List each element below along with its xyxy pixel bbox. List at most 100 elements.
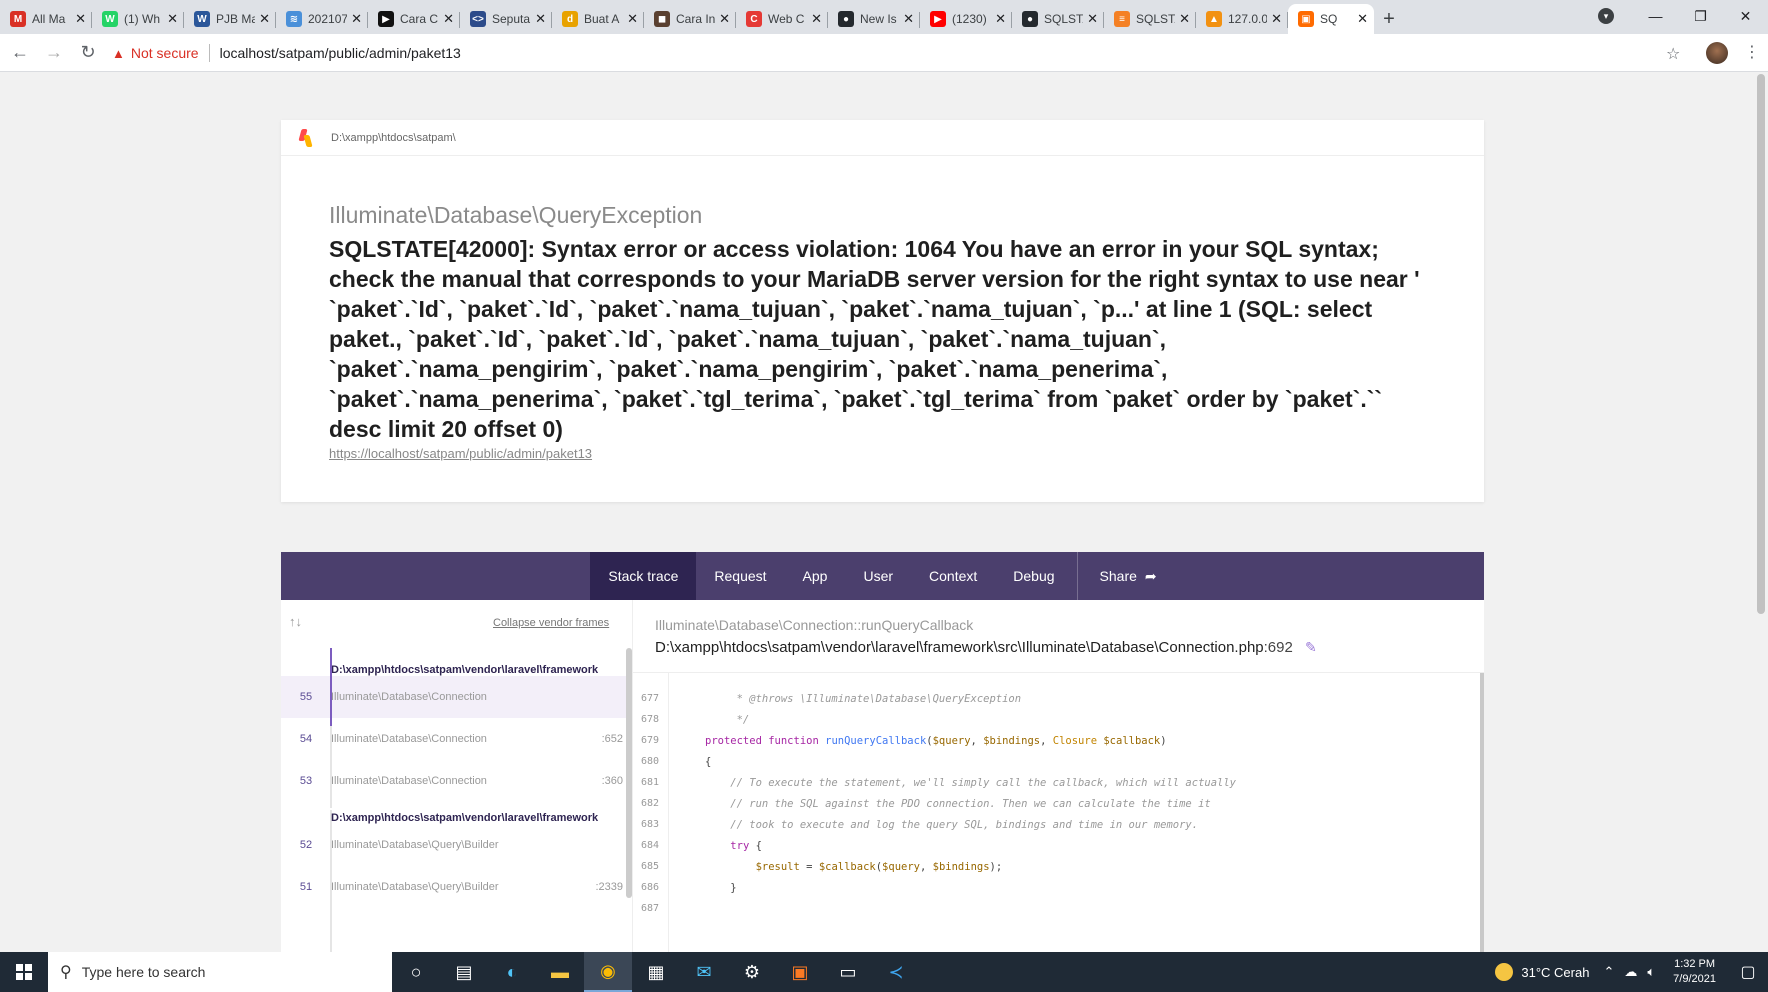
tab-close-icon[interactable]: ✕ <box>811 11 822 27</box>
weather-text[interactable]: 31°C Cerah <box>1521 965 1589 980</box>
bookmark-star-icon[interactable]: ☆ <box>1666 44 1680 64</box>
file-explorer-icon[interactable]: ▬ <box>536 952 584 992</box>
vscode-icon[interactable]: ≺ <box>872 952 920 992</box>
code-line: { <box>705 756 712 768</box>
tab-debug[interactable]: Debug <box>995 552 1072 600</box>
stack-frame[interactable]: 51 Illuminate\Database\Query\Builder :23… <box>281 866 632 908</box>
tab-close-icon[interactable]: ✕ <box>1087 11 1098 27</box>
vendor-group-header[interactable]: D:\xampp\htdocs\satpam\vendor\laravel\fr… <box>331 664 598 676</box>
clock[interactable]: 1:32 PM 7/9/2021 <box>1673 957 1716 987</box>
stack-frame[interactable]: 53 Illuminate\Database\Connection :360 <box>281 760 632 802</box>
stack-frame[interactable]: 52 Illuminate\Database\Query\Builder <box>281 824 632 866</box>
close-window-icon[interactable]: ✕ <box>1723 8 1768 25</box>
tab-close-icon[interactable]: ✕ <box>1179 11 1190 27</box>
page-scrollbar[interactable] <box>1754 72 1768 952</box>
stack-frame[interactable]: 54 Illuminate\Database\Connection :652 <box>281 718 632 760</box>
stack-frame[interactable]: 55 Illuminate\Database\Connection <box>281 676 632 718</box>
browser-tab[interactable]: ● New Is ✕ <box>828 4 920 34</box>
file-line-number: :692 <box>1263 639 1293 656</box>
network-icon[interactable]: ☁ <box>1624 964 1637 980</box>
sort-arrows-icon[interactable]: ↑↓ <box>289 614 302 629</box>
tab-close-icon[interactable]: ✕ <box>167 11 178 27</box>
request-url-link[interactable]: https://localhost/satpam/public/admin/pa… <box>329 446 592 461</box>
code-line-number: 682 <box>641 798 660 809</box>
browser-tab[interactable]: ◼ Cara In ✕ <box>644 4 736 34</box>
store-icon[interactable]: ▦ <box>632 952 680 992</box>
tab-close-icon[interactable]: ✕ <box>719 11 730 27</box>
tab-close-icon[interactable]: ✕ <box>535 11 546 27</box>
browser-tab[interactable]: ▣ SQ ✕ <box>1288 4 1374 34</box>
tab-favicon-icon: ▣ <box>1298 11 1314 27</box>
browser-tab[interactable]: ≡ SQLSTA ✕ <box>1104 4 1196 34</box>
tab-close-icon[interactable]: ✕ <box>75 11 86 27</box>
tab-close-icon[interactable]: ✕ <box>627 11 638 27</box>
volume-icon[interactable]: 🔈︎ <box>1647 964 1655 980</box>
tab-search-icon[interactable]: ▾ <box>1598 8 1614 24</box>
taskbar-search[interactable]: ⚲ Type here to search <box>48 952 392 992</box>
tab-close-icon[interactable]: ✕ <box>259 11 270 27</box>
share-button[interactable]: Share ➦ <box>1082 552 1175 600</box>
tray-chevron-icon[interactable]: ⌃ <box>1603 964 1614 980</box>
tab-close-icon[interactable]: ✕ <box>443 11 454 27</box>
notification-icon[interactable]: ▢ <box>1728 962 1768 982</box>
forward-icon[interactable]: → <box>40 39 68 67</box>
edit-pencil-icon[interactable]: ✎ <box>1305 639 1317 655</box>
system-tray: 31°C Cerah ⌃ ☁ 🔈︎ 1:32 PM 7/9/2021 ▢ <box>1495 952 1768 992</box>
panel-tab-bar: Stack trace Request App User Context Deb… <box>281 552 1484 600</box>
reload-icon[interactable]: ↻ <box>74 39 102 67</box>
frame-number: 52 <box>299 839 313 851</box>
tab-close-icon[interactable]: ✕ <box>995 11 1006 27</box>
browser-tab[interactable]: W PJB Ma ✕ <box>184 4 276 34</box>
tab-title: Seputa <box>492 12 531 26</box>
browser-tab[interactable]: ▶ Cara C ✕ <box>368 4 460 34</box>
tab-favicon-icon: ◼ <box>654 11 670 27</box>
cortana-icon[interactable]: ○ <box>392 952 440 992</box>
browser-tab[interactable]: ▶ (1230) ✕ <box>920 4 1012 34</box>
start-button[interactable] <box>0 952 48 992</box>
settings-gear-icon[interactable]: ⚙ <box>728 952 776 992</box>
tab-title: Cara C <box>400 12 439 26</box>
frame-list-scrollbar[interactable] <box>626 648 632 898</box>
vendor-group-header[interactable]: D:\xampp\htdocs\satpam\vendor\laravel\fr… <box>331 812 598 824</box>
tab-user[interactable]: User <box>845 552 911 600</box>
menu-kebab-icon[interactable]: ⋮ <box>1744 42 1760 62</box>
tab-app[interactable]: App <box>785 552 846 600</box>
browser-tab[interactable]: W (1) Wh ✕ <box>92 4 184 34</box>
not-secure-label[interactable]: Not secure <box>131 45 199 61</box>
back-icon[interactable]: ← <box>6 39 34 67</box>
browser-tab[interactable]: ● SQLSTA ✕ <box>1012 4 1104 34</box>
tab-close-icon[interactable]: ✕ <box>903 11 914 27</box>
code-pane: Illuminate\Database\Connection::runQuery… <box>633 600 1484 952</box>
weather-sun-icon[interactable] <box>1495 963 1514 981</box>
browser-tab[interactable]: M All Ma ✕ <box>0 4 92 34</box>
edge-icon[interactable]: ◐ <box>488 952 536 992</box>
url-text[interactable]: localhost/satpam/public/admin/paket13 <box>220 45 461 61</box>
page-scroll-thumb[interactable] <box>1757 74 1765 614</box>
new-tab-button[interactable]: + <box>1374 4 1404 34</box>
file-path-text: D:\xampp\htdocs\satpam\vendor\laravel\fr… <box>655 639 1264 656</box>
browser-tab[interactable]: ≋ 202107 ✕ <box>276 4 368 34</box>
profile-avatar[interactable] <box>1706 42 1728 64</box>
exception-message: SQLSTATE[42000]: Syntax error or access … <box>329 236 1420 442</box>
tab-request[interactable]: Request <box>696 552 784 600</box>
tab-context[interactable]: Context <box>911 552 995 600</box>
chrome-icon[interactable]: ◉ <box>584 952 632 992</box>
xampp-icon[interactable]: ▣ <box>776 952 824 992</box>
task-view-icon[interactable]: ▤ <box>440 952 488 992</box>
browser-tab[interactable]: C Web C ✕ <box>736 4 828 34</box>
tab-close-icon[interactable]: ✕ <box>1357 11 1368 27</box>
mail-icon[interactable]: ✉ <box>680 952 728 992</box>
browser-tab[interactable]: <> Seputa ✕ <box>460 4 552 34</box>
restore-icon[interactable]: ❐ <box>1678 8 1723 25</box>
minimize-icon[interactable]: — <box>1633 8 1678 24</box>
collapse-vendor-frames-link[interactable]: Collapse vendor frames <box>493 617 609 629</box>
tab-stack-trace[interactable]: Stack trace <box>590 552 697 600</box>
tab-close-icon[interactable]: ✕ <box>351 11 362 27</box>
browser-tab[interactable]: d Buat A ✕ <box>552 4 644 34</box>
page-content: D:\xampp\htdocs\satpam\ Illuminate\Datab… <box>0 72 1768 952</box>
address-bar[interactable]: ▲ Not secure localhost/satpam/public/adm… <box>112 38 1682 68</box>
code-scrollbar[interactable] <box>1480 673 1484 952</box>
terminal-icon[interactable]: ▭ <box>824 952 872 992</box>
browser-tab[interactable]: ▲ 127.0.0 ✕ <box>1196 4 1288 34</box>
tab-close-icon[interactable]: ✕ <box>1271 11 1282 27</box>
